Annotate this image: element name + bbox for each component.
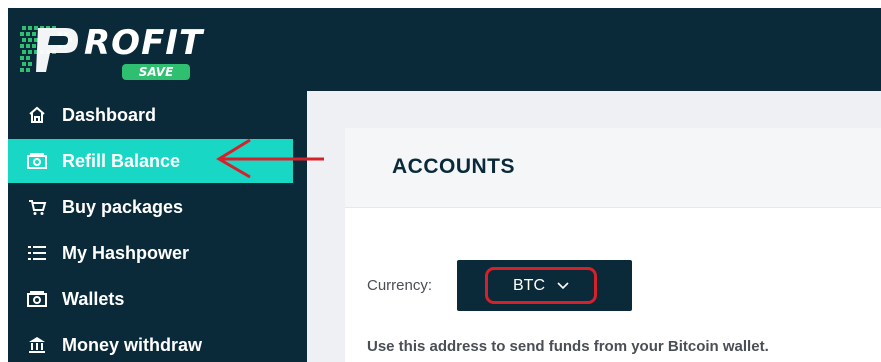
page-title: ACCOUNTS (392, 155, 515, 178)
currency-select[interactable]: BTC (457, 260, 632, 311)
sidebar-item-label: Wallets (62, 288, 125, 309)
sidebar-item-money-withdraw[interactable]: Money withdraw (8, 323, 307, 362)
address-instruction: Use this address to send funds from your… (367, 338, 769, 355)
card-header: ACCOUNTS (345, 128, 881, 208)
sidebar-item-wallets[interactable]: Wallets (8, 277, 307, 321)
sidebar: Dashboard Refill Balance Buy packages My… (8, 91, 307, 362)
sidebar-item-label: Money withdraw (62, 334, 203, 355)
home-icon (26, 105, 48, 125)
cash-icon (26, 152, 48, 170)
app-frame: ROFIT SAVE Dashboard Refill Balance Buy … (8, 8, 881, 362)
sidebar-item-refill-balance[interactable]: Refill Balance (8, 139, 293, 183)
logo-mark-icon (20, 26, 78, 72)
list-icon (26, 244, 48, 262)
sidebar-item-buy-packages[interactable]: Buy packages (8, 185, 307, 229)
currency-value: BTC (513, 276, 545, 294)
currency-label: Currency: (367, 277, 433, 294)
sidebar-item-dashboard[interactable]: Dashboard (8, 93, 307, 137)
currency-highlight: BTC (485, 267, 597, 304)
bank-icon (26, 335, 48, 355)
brand-logo[interactable]: ROFIT SAVE (18, 20, 202, 80)
sidebar-item-label: Buy packages (62, 196, 184, 217)
brand-name: ROFIT (84, 23, 204, 63)
sidebar-item-label: Dashboard (62, 104, 157, 125)
sidebar-item-label: My Hashpower (62, 242, 190, 263)
cart-icon (26, 197, 48, 217)
brand-tag: SAVE (122, 64, 190, 80)
wallet-icon (26, 290, 48, 308)
top-bar: ROFIT SAVE (8, 8, 881, 91)
sidebar-item-my-hashpower[interactable]: My Hashpower (8, 231, 307, 275)
sidebar-item-label: Refill Balance (62, 150, 181, 171)
accounts-card: ACCOUNTS Currency: BTC Use this address … (345, 128, 881, 362)
main-content: ACCOUNTS Currency: BTC Use this address … (307, 91, 881, 362)
chevron-down-icon (557, 281, 569, 289)
